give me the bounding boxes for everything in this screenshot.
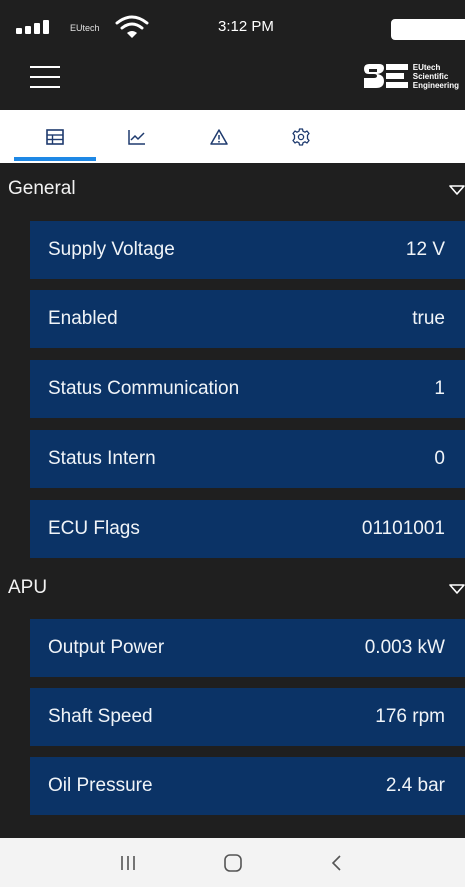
warning-icon	[210, 128, 228, 145]
list-item-output-power[interactable]: Output Power 0.003 kW	[30, 619, 465, 677]
section-title-apu: APU	[8, 577, 48, 598]
status-time: 3:12 PM	[218, 18, 274, 35]
line-chart-icon	[128, 129, 145, 145]
row-label: Status Intern	[48, 448, 156, 469]
section-header-general[interactable]: General	[0, 163, 465, 215]
row-label: ECU Flags	[48, 518, 140, 539]
hamburger-menu-icon[interactable]	[30, 66, 60, 88]
row-value: 0	[434, 448, 445, 469]
row-value: 1	[434, 378, 445, 399]
logo-line-1: EUtech	[412, 62, 441, 72]
back-icon	[331, 854, 341, 871]
status-bar: EUtech 3:12 PM	[0, 0, 465, 52]
row-label: Shaft Speed	[48, 706, 153, 727]
row-value: 2.4 bar	[385, 775, 445, 796]
tab-settings[interactable]	[260, 110, 342, 163]
row-value: 176 rpm	[375, 706, 445, 727]
tab-table[interactable]	[14, 110, 96, 163]
home-button[interactable]	[193, 838, 273, 887]
list-item-status-intern[interactable]: Status Intern 0	[30, 430, 465, 488]
app-bar: EUtech Scientific Engineering	[0, 52, 465, 110]
logo-mark-icon	[363, 64, 408, 88]
list-item-oil-pressure[interactable]: Oil Pressure 2.4 bar	[30, 757, 465, 815]
list-item-shaft-speed[interactable]: Shaft Speed 176 rpm	[30, 688, 465, 746]
recent-apps-button[interactable]	[88, 838, 168, 887]
collapse-caret-icon	[449, 183, 465, 201]
row-value: 01101001	[361, 518, 445, 539]
list-item-status-communication[interactable]: Status Communication 1	[30, 360, 465, 418]
row-label: Supply Voltage	[48, 239, 175, 260]
section-header-apu[interactable]: APU	[0, 562, 465, 614]
wifi-icon	[115, 15, 149, 44]
row-label: Enabled	[48, 308, 118, 329]
list-item-enabled[interactable]: Enabled true	[30, 290, 465, 348]
tab-chart[interactable]	[96, 110, 178, 163]
list-item-supply-voltage[interactable]: Supply Voltage 12 V	[30, 221, 465, 279]
row-value: 0.003 kW	[364, 637, 445, 658]
row-value: true	[412, 308, 445, 329]
table-icon	[46, 128, 64, 145]
row-label: Output Power	[48, 637, 165, 658]
tab-bar	[0, 110, 465, 163]
battery-icon	[391, 19, 465, 40]
collapse-caret-icon	[449, 582, 465, 600]
section-title-general: General	[8, 178, 76, 199]
phone-screen: EUtech 3:12 PM EUtech Scientific Enginee…	[0, 0, 465, 887]
list-item-ecu-flags[interactable]: ECU Flags 01101001	[30, 500, 465, 558]
row-value: 12 V	[405, 239, 445, 260]
company-logo: EUtech Scientific Engineering	[363, 62, 459, 90]
recent-apps-icon	[121, 855, 135, 870]
row-label: Oil Pressure	[48, 775, 153, 796]
logo-text: EUtech Scientific Engineering	[413, 63, 459, 90]
logo-line-3: Engineering	[412, 80, 459, 90]
tab-alarms[interactable]	[178, 110, 260, 163]
system-nav-bar	[0, 838, 465, 887]
content-area: General Supply Voltage 12 V Enabled true…	[0, 163, 465, 838]
carrier-name: EUtech	[70, 23, 100, 33]
row-label: Status Communication	[48, 378, 240, 399]
back-button[interactable]	[297, 838, 377, 887]
signal-strength-icon	[16, 20, 49, 34]
settings-icon	[292, 127, 310, 146]
home-icon	[224, 853, 242, 872]
logo-line-2: Scientific	[412, 71, 449, 81]
tab-selected-indicator	[14, 157, 96, 161]
